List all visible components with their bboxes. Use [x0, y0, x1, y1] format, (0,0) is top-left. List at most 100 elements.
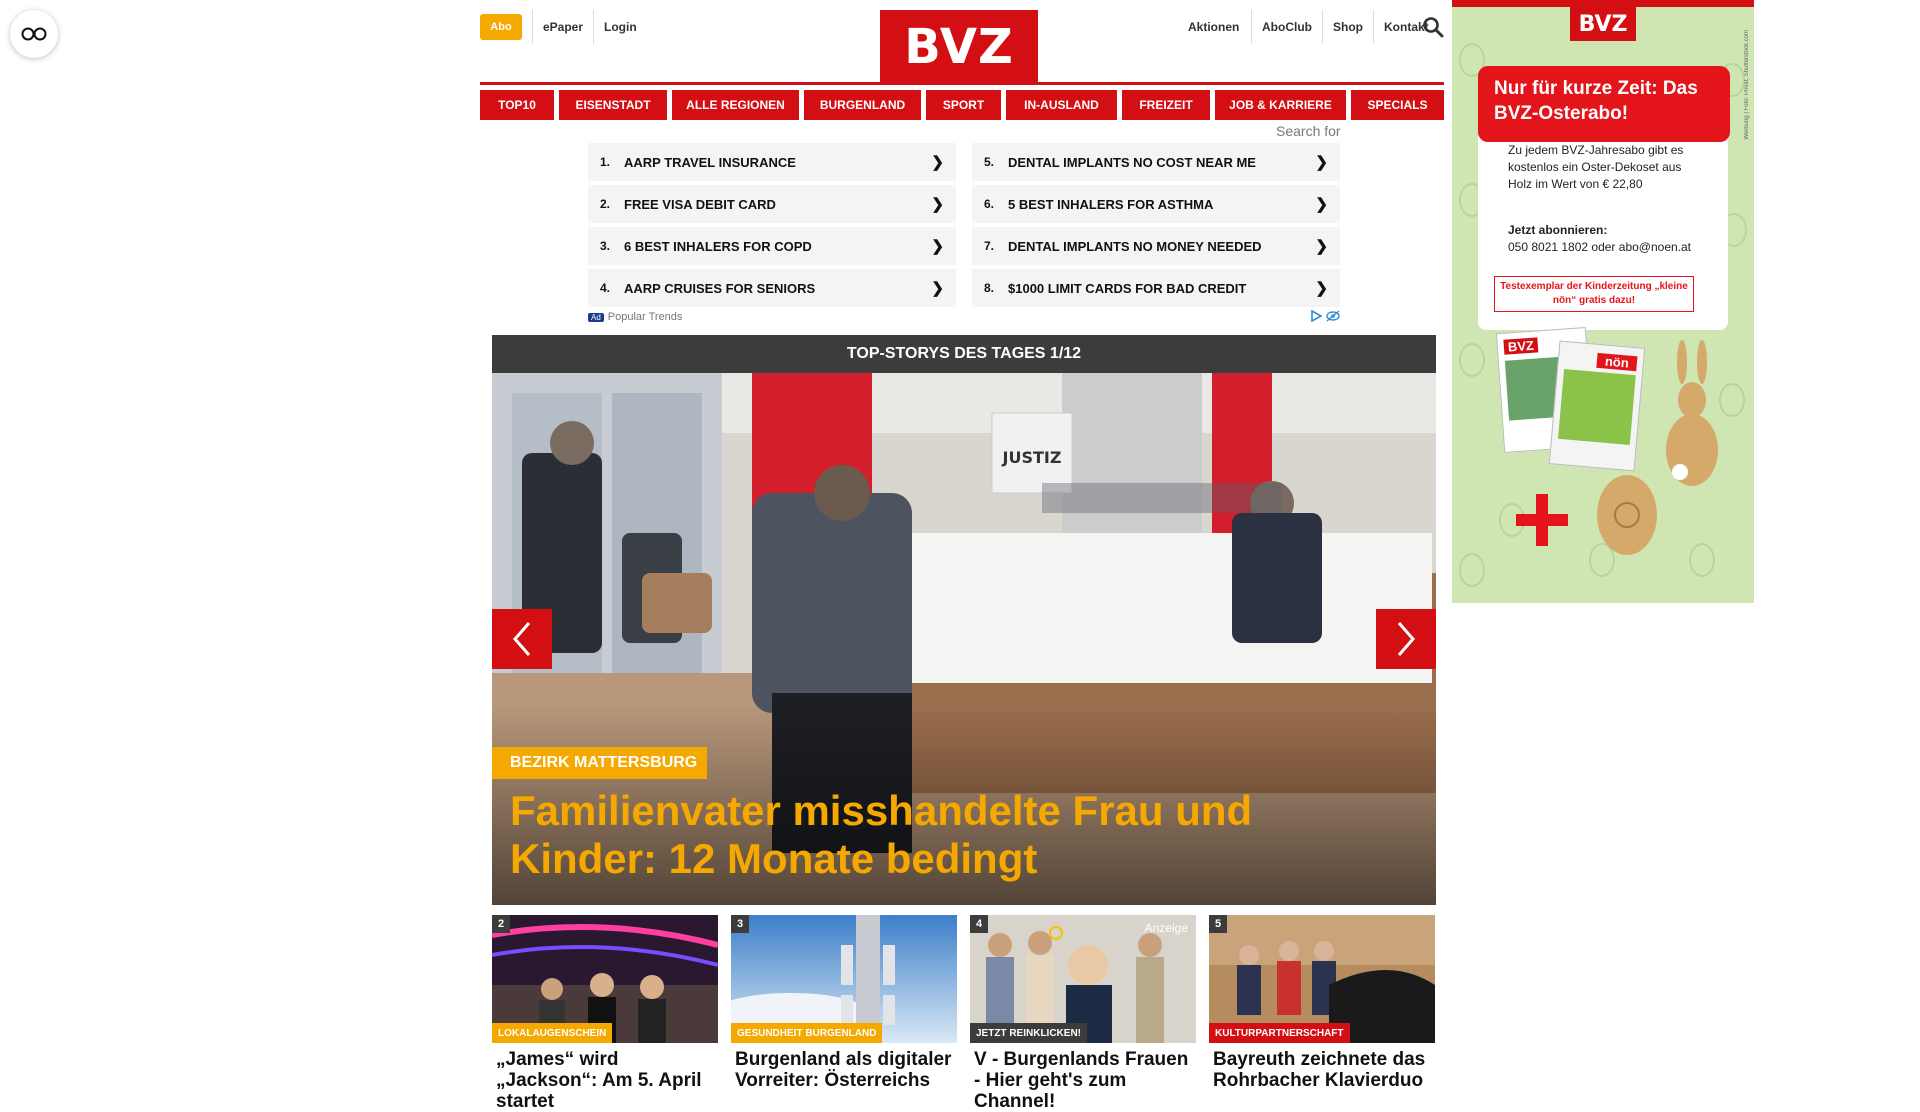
- side-ad-bonus: Testexemplar der Kinderzeitung „kleine n…: [1494, 276, 1694, 312]
- top-stories-heading: TOP-STORYS DES TAGES 1/12: [492, 335, 1436, 373]
- teaser-card[interactable]: 5 KULTURPARTNERSCHAFT Bayreuth zeichnete…: [1209, 915, 1435, 1091]
- hero-headline[interactable]: Familienvater misshandelte Frau und Kind…: [510, 787, 1390, 883]
- magazine-logo: nön: [1596, 352, 1638, 372]
- adchoices[interactable]: [1310, 310, 1340, 322]
- chevron-right-icon: [1397, 622, 1415, 656]
- teaser-card[interactable]: 3 GESUNDHEIT BURGENLAND Burgenland als d…: [731, 915, 957, 1091]
- ad-badge: Ad: [588, 312, 604, 322]
- teaser-card[interactable]: 4 Anzeige JETZT REINKLICKEN! V - Burgenl…: [970, 915, 1196, 1112]
- sponsored-column-left: 1. AARP TRAVEL INSURANCE ❯ 2. FREE VISA DEB…: [588, 143, 956, 311]
- sponsored-link[interactable]: 1. AARP TRAVEL INSURANCE ❯: [588, 143, 956, 181]
- login-link[interactable]: Login: [594, 10, 647, 44]
- side-ad-cta-label: Jetzt abonnieren:: [1508, 223, 1608, 237]
- teaser-category: JETZT REINKLICKEN!: [970, 1023, 1087, 1043]
- side-ad-contact: Jetzt abonnieren: 050 8021 1802 oder abo…: [1508, 222, 1718, 256]
- teaser-image: 2 LOKALAUGENSCHEIN: [492, 915, 718, 1043]
- side-ad-logo: BVZ: [1570, 7, 1636, 41]
- kleine-noen-magazine-cover: nön: [1548, 340, 1646, 472]
- ad-credit: Werbung | Foto: Privat, Shutterstock.com: [1744, 30, 1750, 140]
- teaser-card[interactable]: 2 LOKALAUGENSCHEIN „James“ wird „Jackson…: [492, 915, 718, 1112]
- teaser-image: 5 KULTURPARTNERSCHAFT: [1209, 915, 1435, 1043]
- nav-item-top10[interactable]: TOP10: [480, 90, 554, 120]
- aktionen-link[interactable]: Aktionen: [1178, 10, 1249, 44]
- link-text: FREE VISA DEBIT CARD: [624, 196, 776, 212]
- chevron-right-icon: ❯: [931, 280, 944, 297]
- hero-story[interactable]: JUSTIZ BEZIRK MATTERSBURG Familienvater …: [492, 373, 1436, 905]
- link-text: 6 BEST INHALERS FOR COPD: [624, 238, 812, 254]
- side-ad-offer-text: Zu jedem BVZ-Jahresabo gibt es kostenlos…: [1508, 143, 1684, 191]
- epaper-link[interactable]: ePaper: [533, 10, 593, 44]
- sponsored-link[interactable]: 4. AARP CRUISES FOR SENIORS ❯: [588, 269, 956, 307]
- nav-item-specials[interactable]: SPECIALS: [1351, 90, 1444, 120]
- link-number: 6.: [984, 197, 995, 211]
- sponsored-label: Anzeige: [1144, 921, 1188, 935]
- link-text: $1000 LIMIT CARDS FOR BAD CREDIT: [1008, 280, 1247, 296]
- site-header: Abo ePaper Login BVZ Aktionen AboClub Sh…: [480, 0, 1444, 84]
- link-number: 8.: [984, 281, 995, 295]
- link-number: 3.: [600, 239, 611, 253]
- sponsored-link[interactable]: 2. FREE VISA DEBIT CARD ❯: [588, 185, 956, 223]
- teaser-title: Burgenland als digitaler Vorreiter: Öste…: [735, 1049, 952, 1091]
- chevron-right-icon: ❯: [1315, 238, 1328, 255]
- next-slide-button[interactable]: [1376, 609, 1436, 669]
- nav-item-alle-regionen[interactable]: ALLE REGIONEN: [672, 90, 799, 120]
- abo-button[interactable]: Abo: [480, 14, 522, 40]
- nav-item-in-ausland[interactable]: IN-AUSLAND: [1006, 90, 1117, 120]
- sponsored-link[interactable]: 8. $1000 LIMIT CARDS FOR BAD CREDIT ❯: [972, 269, 1340, 307]
- bvz-logo[interactable]: BVZ: [880, 10, 1038, 84]
- chevron-right-icon: ❯: [931, 196, 944, 213]
- teaser-number: 3: [731, 915, 749, 933]
- link-text: AARP CRUISES FOR SENIORS: [624, 280, 816, 296]
- nav-item-job-karriere[interactable]: JOB & KARRIERE: [1215, 90, 1346, 120]
- wooden-egg-icon: [1597, 475, 1657, 555]
- plus-icon: [1516, 494, 1568, 546]
- link-number: 2.: [600, 197, 611, 211]
- teaser-category: KULTURPARTNERSCHAFT: [1209, 1023, 1350, 1043]
- link-text: AARP TRAVEL INSURANCE: [624, 154, 796, 170]
- search-icon[interactable]: [1422, 16, 1444, 38]
- teaser-image: 3 GESUNDHEIT BURGENLAND: [731, 915, 957, 1043]
- sponsored-link[interactable]: 5. DENTAL IMPLANTS NO COST NEAR ME ❯: [972, 143, 1340, 181]
- side-ad-headline: Nur für kurze Zeit: Das BVZ-Osterabo!: [1478, 66, 1730, 142]
- sponsored-link[interactable]: 3. 6 BEST INHALERS FOR COPD ❯: [588, 227, 956, 265]
- search-for-label: Search for: [1276, 123, 1341, 139]
- hero-category-badge[interactable]: BEZIRK MATTERSBURG: [492, 747, 708, 779]
- teaser-title: „James“ wird „Jackson“: Am 5. April star…: [496, 1049, 702, 1112]
- teaser-number: 2: [492, 915, 510, 933]
- link-number: 7.: [984, 239, 995, 253]
- justiz-sign: JUSTIZ: [1002, 448, 1062, 467]
- chevron-right-icon: ❯: [931, 154, 944, 171]
- sponsored-link[interactable]: 7. DENTAL IMPLANTS NO MONEY NEEDED ❯: [972, 227, 1340, 265]
- hide-ad-eye-icon: [1326, 310, 1340, 322]
- sponsored-column-right: 5. DENTAL IMPLANTS NO COST NEAR ME ❯ 6. 5 B…: [972, 143, 1340, 311]
- link-text: DENTAL IMPLANTS NO MONEY NEEDED: [1008, 238, 1262, 254]
- chevron-right-icon: ❯: [1315, 280, 1328, 297]
- shop-link[interactable]: Shop: [1323, 10, 1373, 44]
- chevron-right-icon: ❯: [1315, 196, 1328, 213]
- aboclub-link[interactable]: AboClub: [1252, 10, 1322, 44]
- adchoices-icon: [1311, 310, 1322, 322]
- ad-source[interactable]: Popular Trends: [608, 311, 683, 323]
- sponsored-footer: Ad Popular Trends: [588, 310, 1340, 324]
- sponsored-link[interactable]: 6. 5 BEST INHALERS FOR ASTHMA ❯: [972, 185, 1340, 223]
- main-nav: TOP10 EISENSTADT ALLE REGIONEN BURGENLAN…: [480, 90, 1444, 120]
- nav-item-burgenland[interactable]: BURGENLAND: [804, 90, 921, 120]
- teaser-number: 5: [1209, 915, 1227, 933]
- link-number: 4.: [600, 281, 611, 295]
- teaser-category: GESUNDHEIT BURGENLAND: [731, 1023, 883, 1043]
- nav-item-freizeit[interactable]: FREIZEIT: [1122, 90, 1210, 120]
- side-advertisement[interactable]: BVZ Werbung | Foto: Privat, Shutterstock…: [1452, 0, 1754, 603]
- glasses-icon: [21, 27, 47, 41]
- wooden-bunny-icon: [1666, 340, 1718, 486]
- chevron-left-icon: [513, 622, 531, 656]
- nav-item-sport[interactable]: SPORT: [926, 90, 1001, 120]
- ad-top-stripe: [1452, 0, 1754, 7]
- prev-slide-button[interactable]: [492, 609, 552, 669]
- chevron-right-icon: ❯: [1315, 154, 1328, 171]
- teaser-image: 4 Anzeige JETZT REINKLICKEN!: [970, 915, 1196, 1043]
- teaser-title: Bayreuth zeichnete das Rohrbacher Klavie…: [1213, 1049, 1426, 1091]
- nav-item-eisenstadt[interactable]: EISENSTADT: [559, 90, 667, 120]
- chevron-right-icon: ❯: [931, 238, 944, 255]
- side-ad-cta-contact: 050 8021 1802 oder abo@noen.at: [1508, 240, 1692, 254]
- accessibility-button[interactable]: [10, 10, 58, 58]
